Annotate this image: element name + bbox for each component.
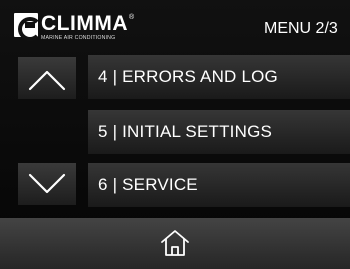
registered-mark: ® xyxy=(128,14,135,21)
scroll-up-button[interactable] xyxy=(18,57,76,99)
menu-item-initial-settings[interactable]: 5 | INITIAL SETTINGS xyxy=(88,110,350,154)
header: CLIMMA ® MARINE AIR CONDITIONING MENU 2/3 xyxy=(0,0,350,48)
logo-text: CLIMMA ® MARINE AIR CONDITIONING xyxy=(41,13,135,41)
climma-logo: CLIMMA ® MARINE AIR CONDITIONING xyxy=(14,13,135,41)
menu-item-errors-and-log[interactable]: 4 | ERRORS AND LOG xyxy=(88,55,350,99)
menu-item-label: 4 | ERRORS AND LOG xyxy=(98,67,278,86)
menu-screen: CLIMMA ® MARINE AIR CONDITIONING MENU 2/3… xyxy=(0,0,350,269)
chevron-down-icon xyxy=(28,173,66,194)
menu-item-label: 5 | INITIAL SETTINGS xyxy=(98,122,273,141)
footer-bar xyxy=(0,218,350,269)
chevron-up-icon xyxy=(28,70,66,91)
home-button[interactable] xyxy=(158,227,192,259)
brand-name: CLIMMA xyxy=(41,12,128,35)
logo-mark-icon xyxy=(14,13,42,41)
scroll-down-button[interactable] xyxy=(18,163,76,205)
home-icon xyxy=(161,230,189,256)
menu-page-indicator: MENU 2/3 xyxy=(264,20,338,37)
menu-item-label: 6 | SERVICE xyxy=(98,175,198,194)
logo-tagline: MARINE AIR CONDITIONING xyxy=(41,35,116,41)
menu-item-service[interactable]: 6 | SERVICE xyxy=(88,163,350,207)
logo-brand: CLIMMA ® xyxy=(41,13,135,34)
